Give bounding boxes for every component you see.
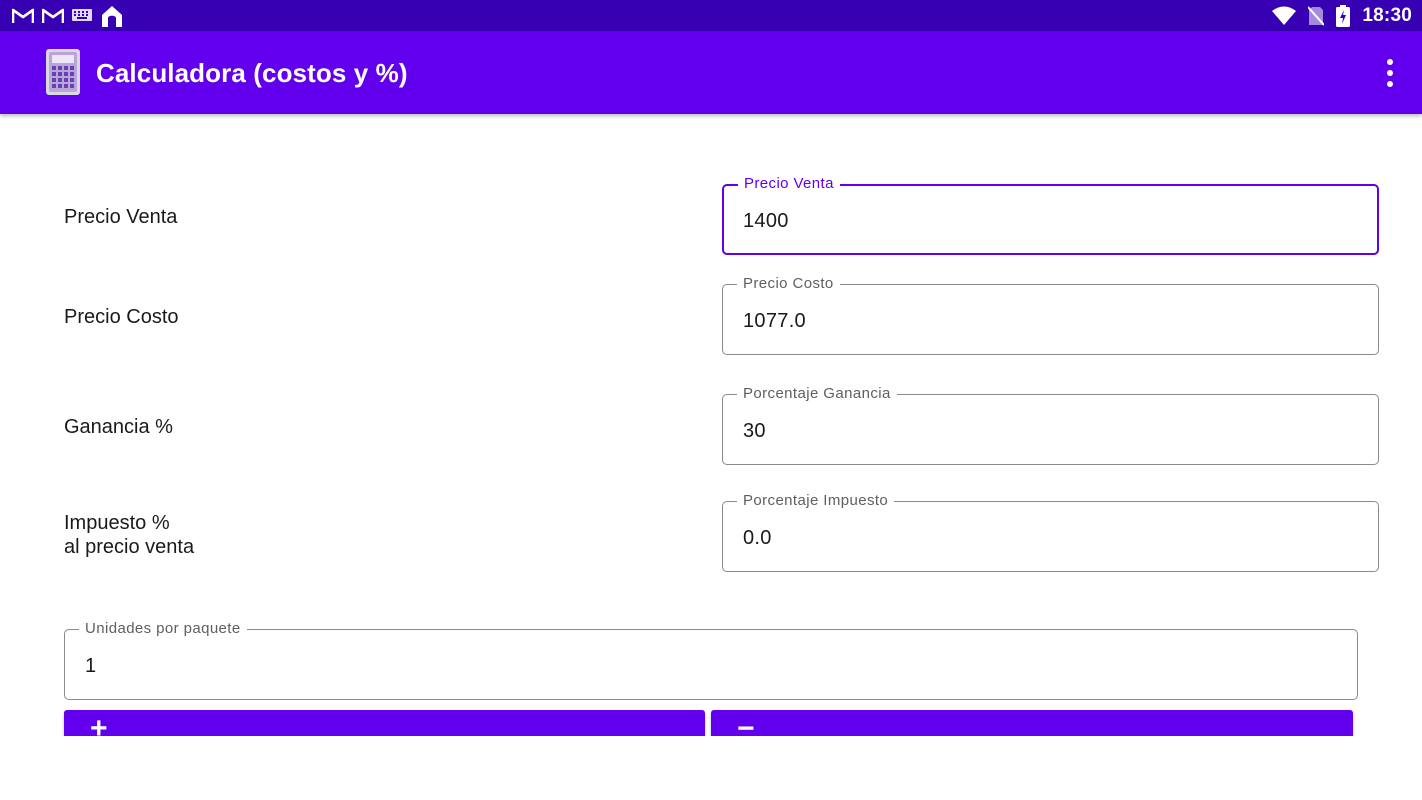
impuesto-label: Impuesto % al precio venta <box>64 511 194 559</box>
porcentaje-ganancia-field[interactable]: Porcentaje Ganancia 30 <box>722 385 1379 465</box>
status-bar-system: 18:30 <box>1272 4 1412 28</box>
precio-costo-field[interactable]: Precio Costo 1077.0 <box>722 275 1379 355</box>
unidades-por-paquete-field[interactable]: Unidades por paquete 1 <box>64 620 1358 700</box>
precio-costo-input[interactable]: 1077.0 <box>743 309 806 333</box>
app-bar: Calculadora (costos y %) <box>0 31 1422 114</box>
precio-costo-field-label: Precio Costo <box>737 275 840 293</box>
precio-venta-field-label: Precio Venta <box>738 175 840 193</box>
impuesto-label-line1: Impuesto % <box>64 512 170 534</box>
porcentaje-impuesto-field[interactable]: Porcentaje Impuesto 0.0 <box>722 492 1379 572</box>
impuesto-label-line2: al precio venta <box>64 536 195 558</box>
status-bar: 18:30 <box>0 0 1422 31</box>
app-title: Calculadora (costos y %) <box>96 58 408 88</box>
gmail-icon <box>42 8 64 24</box>
status-time: 18:30 <box>1362 5 1412 26</box>
precio-costo-label: Precio Costo <box>64 306 179 328</box>
wifi-icon <box>1272 6 1297 26</box>
porcentaje-ganancia-input[interactable]: 30 <box>743 419 766 443</box>
precio-venta-input[interactable]: 1400 <box>743 209 789 233</box>
keyboard-icon <box>72 9 92 23</box>
bottom-blank-area <box>0 736 1422 800</box>
no-sim-icon <box>1308 6 1325 26</box>
gmail-icon <box>12 8 34 24</box>
calculator-icon <box>46 49 80 100</box>
porcentaje-ganancia-field-label: Porcentaje Ganancia <box>737 385 897 403</box>
precio-venta-field[interactable]: Precio Venta 1400 <box>722 175 1379 255</box>
porcentaje-impuesto-input[interactable]: 0.0 <box>743 526 772 550</box>
porcentaje-impuesto-field-label: Porcentaje Impuesto <box>737 492 895 510</box>
unidades-field-label: Unidades por paquete <box>79 620 247 638</box>
status-bar-notifications <box>12 4 124 28</box>
ganancia-label: Ganancia % <box>64 416 173 438</box>
battery-charging-icon <box>1336 5 1351 27</box>
more-vert-icon[interactable] <box>1384 59 1396 87</box>
home-icon <box>100 4 124 28</box>
unidades-input[interactable]: 1 <box>85 654 96 678</box>
precio-venta-label: Precio Venta <box>64 206 178 228</box>
